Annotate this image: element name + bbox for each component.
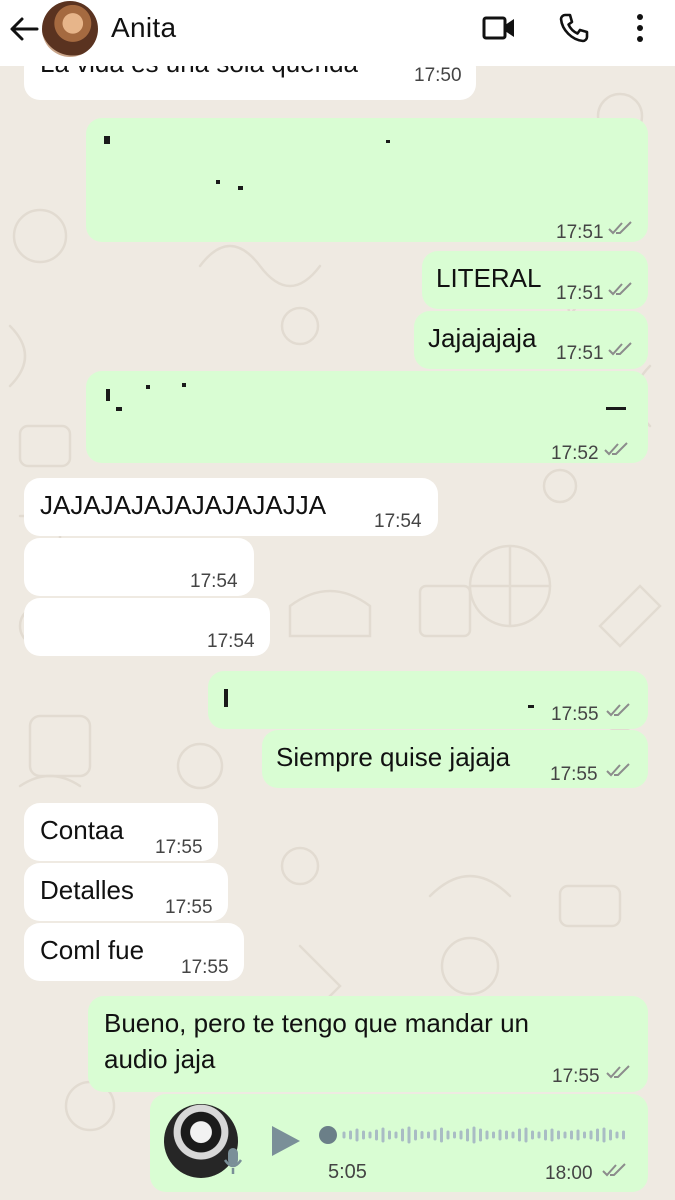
redaction-mark [106,389,110,401]
phone-icon[interactable] [556,10,592,46]
contact-name[interactable]: Anita [111,12,176,44]
message-time: 17:51 [556,343,604,364]
message-text: Contaa [40,815,124,845]
read-receipt-icon [604,442,628,456]
message-text: Coml fue [40,935,145,965]
contact-avatar[interactable] [42,1,98,57]
read-receipt-icon [608,282,632,296]
redaction-mark [146,385,150,389]
more-vert-icon[interactable] [622,10,658,46]
message-outgoing-redacted[interactable]: 17:52 [86,371,648,464]
message-time: 18:00 [545,1163,593,1184]
redaction-mark [104,136,110,144]
audio-message[interactable]: 5:05 18:00 [150,1094,648,1192]
message-time: 17:52 [551,443,599,464]
message-time: 17:55 [165,897,213,918]
redaction-mark [182,383,186,387]
message-outgoing-redacted[interactable]: 17:51 [86,118,648,243]
message-incoming-redacted[interactable]: 17:54 [24,538,254,596]
message-time: 17:55 [550,764,598,785]
message-time: 17:54 [207,631,255,652]
message-text: Detalles [40,875,134,905]
message-outgoing[interactable]: Jajajajaja 17:51 [414,311,648,369]
message-incoming[interactable]: Contaa 17:55 [24,803,218,861]
back-arrow-icon[interactable] [8,13,40,45]
message-incoming-redacted[interactable]: 17:54 [24,598,270,656]
message-outgoing[interactable]: LITERAL 17:51 [422,251,648,309]
message-outgoing[interactable]: Bueno, pero te tengo que mandar un audio… [88,996,648,1092]
redaction-mark [224,689,228,707]
message-time: 17:50 [414,66,462,86]
redaction-mark [216,180,220,184]
message-time: 17:51 [556,283,604,304]
redaction-mark [386,140,390,143]
audio-waveform[interactable] [316,1120,626,1150]
read-receipt-icon [602,1163,626,1177]
video-call-icon[interactable] [481,10,517,46]
microphone-icon [223,1148,243,1174]
message-time: 17:55 [551,704,599,725]
message-text: Siempre quise jajaja [276,742,511,772]
redaction-mark [116,407,122,411]
message-outgoing-redacted[interactable]: 17:55 [208,671,648,729]
message-time: 17:55 [181,957,229,978]
message-text: La vida es una sola querida [40,66,358,80]
read-receipt-icon [606,703,630,717]
message-text-line2: audio jaja [104,1044,216,1074]
message-incoming[interactable]: Detalles 17:55 [24,863,228,921]
redaction-mark [238,186,243,190]
message-text-line1: Bueno, pero te tengo que mandar un [104,1008,529,1038]
message-text: JAJAJAJAJAJAJAJAJJA [40,490,327,520]
message-time: 17:54 [190,571,238,592]
message-time: 17:51 [556,222,604,243]
read-receipt-icon [606,763,630,777]
message-outgoing[interactable]: Siempre quise jajaja 17:55 [262,730,648,788]
redaction-mark [606,407,626,410]
message-time: 17:55 [155,837,203,858]
read-receipt-icon [608,342,632,356]
chat-header: Anita [0,0,675,66]
message-incoming[interactable]: La vida es una sola querida 17:50 [24,66,476,100]
message-incoming[interactable]: Coml fue 17:55 [24,923,244,981]
play-icon[interactable] [268,1124,302,1158]
audio-duration: 5:05 [328,1161,367,1183]
message-text: LITERAL [436,263,542,293]
message-incoming[interactable]: JAJAJAJAJAJAJAJAJJA 17:54 [24,478,438,536]
message-time: 17:54 [374,511,422,532]
read-receipt-icon [608,221,632,235]
chat-messages-area[interactable]: La vida es una sola querida 17:50 17:51 … [0,66,675,1200]
read-receipt-icon [606,1065,630,1079]
message-text: Jajajajaja [428,323,537,353]
message-time: 17:55 [552,1066,600,1087]
redaction-mark [528,705,534,708]
